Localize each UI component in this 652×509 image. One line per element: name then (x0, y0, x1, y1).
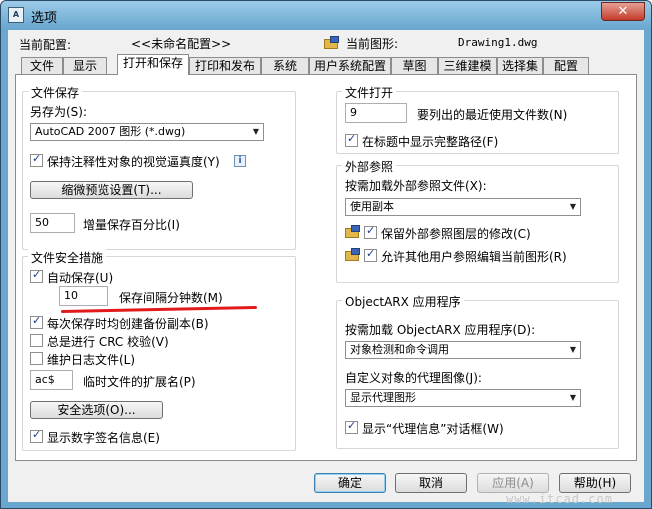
close-button[interactable]: ✕ (601, 2, 645, 21)
security-options-button[interactable]: 安全选项(O)... (30, 401, 163, 419)
ok-button[interactable]: 确定 (314, 473, 386, 493)
autosave-checkbox[interactable]: ✓ (30, 268, 43, 283)
xref-edit-icon (345, 248, 361, 262)
objectarx-group: ObjectARX 应用程序 按需加载 ObjectARX 应用程序(D): 对… (336, 293, 619, 449)
full-path-checkbox[interactable]: ✓ (345, 132, 358, 147)
proxy-image-label: 自定义对象的代理图像(J): (345, 371, 482, 385)
tab-open-and-save[interactable]: 打开和保存 (117, 54, 189, 75)
crc-check-checkbox[interactable] (30, 334, 43, 347)
apply-button[interactable]: 应用(A) (477, 473, 549, 493)
log-file-checkbox[interactable] (30, 352, 43, 365)
thumbnail-settings-button[interactable]: 缩微预览设置(T)... (30, 181, 193, 199)
allow-xref-edit-label: 允许其他用户参照编辑当前图形(R) (381, 250, 567, 264)
save-as-label: 另存为(S): (30, 105, 88, 119)
retain-xref-changes-checkbox[interactable]: ✓ (364, 224, 377, 239)
file-save-title: 文件保存 (28, 84, 83, 101)
chevron-down-icon: ▼ (569, 393, 576, 402)
current-profile-label: 当前配置: (19, 38, 72, 52)
allow-xref-edit-checkbox[interactable]: ✓ (364, 247, 377, 262)
proxy-image-select[interactable]: 显示代理图形 ▼ (345, 389, 581, 407)
close-icon: ✕ (617, 4, 629, 19)
tab-profiles[interactable]: 配置 (543, 57, 589, 74)
file-safety-group: 文件安全措施 ✓ 自动保存(U) 10 保存间隔分钟数(M) ✓ 每次保存时均创… (22, 249, 296, 451)
crc-check-label: 总是进行 CRC 校验(V) (47, 335, 169, 349)
tab-drafting[interactable]: 草图 (391, 57, 438, 74)
current-drawing-value: Drawing1.dwg (458, 36, 538, 49)
recent-files-count-label: 要列出的最近使用文件数(N) (417, 108, 568, 122)
window-title: 选项 (31, 11, 58, 26)
autosave-minutes-input[interactable]: 10 (59, 286, 108, 306)
objectarx-title: ObjectARX 应用程序 (342, 293, 464, 310)
current-drawing-label: 当前图形: (346, 37, 399, 51)
proxy-info-checkbox[interactable]: ✓ (345, 419, 358, 434)
site-watermark: www.itcad.com (506, 492, 613, 506)
tab-3d-modeling[interactable]: 三维建模 (438, 57, 497, 74)
title-bar[interactable]: A 选项 ✕ (1, 1, 651, 29)
xref-title: 外部参照 (342, 158, 397, 175)
external-references-group: 外部参照 按需加载外部参照文件(X): 使用副本 ▼ ✓ 保留外部参照图层的修改(… (336, 158, 619, 283)
options-dialog: A 选项 ✕ 当前配置: <<未命名配置>> 当前图形: Drawing1.dw… (0, 0, 652, 509)
dialog-client: 当前配置: <<未命名配置>> 当前图形: Drawing1.dwg 文件 显示… (8, 30, 644, 502)
xref-demand-load-label: 按需加载外部参照文件(X): (345, 179, 487, 193)
cancel-button[interactable]: 取消 (395, 473, 467, 493)
open-and-save-panel: 文件保存 另存为(S): AutoCAD 2007 图形 (*.dwg) ▼ ✓ … (15, 74, 637, 461)
autosave-minutes-label: 保存间隔分钟数(M) (119, 291, 223, 305)
temp-extension-input[interactable]: ac$ (30, 370, 73, 390)
chevron-down-icon: ▼ (252, 127, 259, 136)
proxy-info-label: 显示“代理信息”对话框(W) (362, 422, 504, 436)
arx-demand-load-select[interactable]: 对象检测和命令调用 ▼ (345, 341, 581, 359)
tab-files[interactable]: 文件 (21, 57, 63, 74)
help-button[interactable]: 帮助(H) (559, 473, 631, 493)
backup-copy-checkbox[interactable]: ✓ (30, 314, 43, 329)
full-path-label: 在标题中显示完整路径(F) (362, 135, 499, 149)
annotative-fidelity-checkbox[interactable]: ✓ (30, 152, 43, 167)
tab-system[interactable]: 系统 (261, 57, 309, 74)
file-open-group: 文件打开 9 要列出的最近使用文件数(N) ✓ 在标题中显示完整路径(F) (336, 84, 619, 154)
file-open-title: 文件打开 (342, 84, 397, 101)
incremental-save-label: 增量保存百分比(I) (83, 218, 180, 232)
recent-files-count-input[interactable]: 9 (345, 103, 407, 123)
log-file-label: 维护日志文件(L) (47, 353, 136, 367)
temp-extension-label: 临时文件的扩展名(P) (83, 375, 196, 389)
file-save-group: 文件保存 另存为(S): AutoCAD 2007 图形 (*.dwg) ▼ ✓ … (22, 84, 296, 250)
tab-selection[interactable]: 选择集 (497, 57, 543, 74)
tab-display[interactable]: 显示 (63, 57, 107, 74)
incremental-save-input[interactable]: 50 (30, 213, 75, 233)
autosave-label: 自动保存(U) (47, 271, 114, 285)
chevron-down-icon: ▼ (569, 345, 576, 354)
xref-demand-load-select[interactable]: 使用副本 ▼ (345, 198, 581, 216)
save-as-select[interactable]: AutoCAD 2007 图形 (*.dwg) ▼ (30, 123, 264, 141)
digital-signature-checkbox[interactable]: ✓ (30, 428, 43, 443)
arx-demand-load-label: 按需加载 ObjectARX 应用程序(D): (345, 323, 536, 337)
backup-copy-label: 每次保存时均创建备份副本(B) (47, 317, 209, 331)
current-profile-value: <<未命名配置>> (131, 37, 232, 51)
autocad-app-icon: A (8, 7, 24, 23)
chevron-down-icon: ▼ (569, 202, 576, 211)
annotative-fidelity-label: 保持注释性对象的视觉逼真度(Y) (47, 155, 220, 169)
file-safety-title: 文件安全措施 (28, 249, 107, 266)
digital-signature-label: 显示数字签名信息(E) (47, 431, 160, 445)
info-icon[interactable]: i (234, 155, 246, 167)
tab-plot-and-publish[interactable]: 打印和发布 (189, 57, 261, 74)
retain-xref-changes-label: 保留外部参照图层的修改(C) (381, 227, 531, 241)
xref-layer-icon (345, 225, 361, 239)
drawing-file-icon (324, 36, 340, 50)
tab-user-preferences[interactable]: 用户系统配置 (309, 57, 391, 74)
